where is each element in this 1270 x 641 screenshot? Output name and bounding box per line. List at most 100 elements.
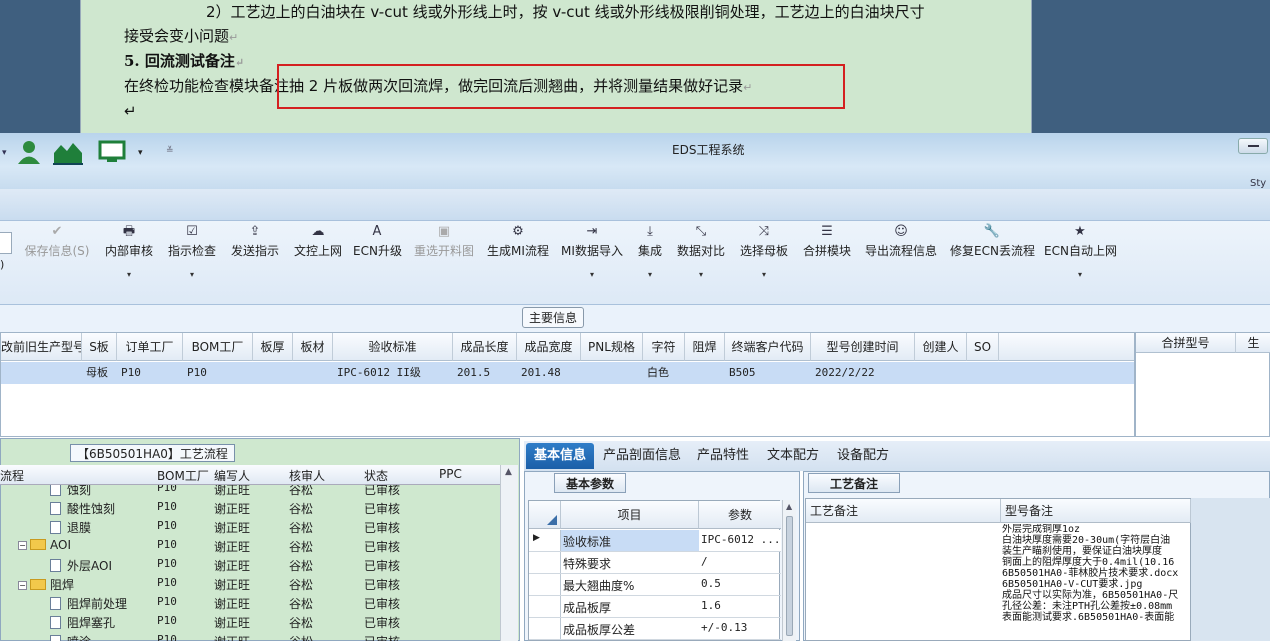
column-header[interactable]: 型号创建时间 xyxy=(811,333,915,361)
left-combo-cut[interactable] xyxy=(0,232,12,254)
tree-row[interactable]: 外层AOI P10 谢正旺 谷松 已审核 xyxy=(0,555,500,574)
column-header[interactable]: 板材 xyxy=(293,333,333,361)
tree-row[interactable]: 喷涂P10谢正旺谷松已审核 xyxy=(0,631,500,641)
cell[interactable] xyxy=(967,362,999,384)
tree-row[interactable]: 蚀刻 P10 谢正旺 谷松 已审核 xyxy=(0,485,500,498)
cell[interactable] xyxy=(1,362,82,384)
cell[interactable]: 2022/2/22 xyxy=(811,362,915,384)
scroll-thumb[interactable] xyxy=(786,516,793,636)
merge-model-panel[interactable]: 合拼型号 生 xyxy=(1135,332,1270,437)
cell[interactable] xyxy=(915,362,967,384)
column-header[interactable]: S板 xyxy=(82,333,117,361)
tree-row[interactable]: 阻焊前处理 P10 谢正旺 谷松 已审核 xyxy=(0,593,500,612)
column-header[interactable]: 创建人 xyxy=(915,333,967,361)
tree-row[interactable]: − 阻焊 P10 谢正旺 谷松 已审核 xyxy=(0,574,500,593)
ecn-auto-online-button[interactable]: ★ ECN自动上网 ▾ xyxy=(1044,222,1117,292)
tab-equipment-recipe[interactable]: 设备配方 xyxy=(837,443,889,469)
column-header[interactable]: 板厚 xyxy=(253,333,293,361)
table-row[interactable]: 成品板厚 1.6 xyxy=(529,596,781,618)
tree-row[interactable]: 酸性蚀刻 P10 谢正旺 谷松 已审核 xyxy=(0,498,500,517)
table-row[interactable]: 成品板厚公差 +/-0.13 xyxy=(529,618,781,640)
ecn-upgrade-button[interactable]: A ECN升级 xyxy=(353,222,402,292)
qat-dropdown-icon[interactable]: ▾ xyxy=(2,148,7,158)
customize-toolbar-icon[interactable]: ≚ xyxy=(166,146,174,156)
cell[interactable] xyxy=(253,362,293,384)
table-row[interactable]: 最大翘曲度% 0.5 xyxy=(529,574,781,596)
column-header[interactable]: 型号备注 xyxy=(1001,499,1191,523)
user-icon[interactable] xyxy=(16,139,42,165)
collapse-icon[interactable]: − xyxy=(18,541,27,550)
main-info-grid[interactable]: 改前旧生产型号 S板 订单工厂 BOM工厂 板厚 板材 验收标准 成品长度 成品… xyxy=(0,332,1135,437)
monitor-icon[interactable] xyxy=(98,139,128,165)
side-header-cut[interactable]: 生 xyxy=(1236,333,1270,353)
cell[interactable]: 201.5 xyxy=(453,362,517,384)
basic-params-grid[interactable]: 项目 参数 ▶ 验收标准 IPC-6012 ... 特殊要求 / 最大翘曲度% 0.5 … xyxy=(528,500,781,641)
minimize-button[interactable] xyxy=(1238,138,1268,154)
repair-ecn-flow-button[interactable]: 🔧 修复ECN丢流程 xyxy=(950,222,1035,292)
column-header[interactable]: BOM工厂 xyxy=(157,467,209,484)
export-flow-info-button[interactable]: ☺ 导出流程信息 xyxy=(863,222,939,292)
cell[interactable]: 201.48 xyxy=(517,362,581,384)
monitor-dropdown-icon[interactable]: ▾ xyxy=(138,148,143,158)
scroll-up-icon[interactable]: ▲ xyxy=(786,502,792,511)
tab-product-profile[interactable]: 产品剖面信息 xyxy=(603,443,681,469)
scroll-up-icon[interactable]: ▲ xyxy=(505,467,512,477)
cell[interactable]: 白色 xyxy=(643,362,685,384)
column-header[interactable]: PPC xyxy=(439,467,462,481)
tree-row[interactable]: 阻焊塞孔 P10 谢正旺 谷松 已审核 xyxy=(0,612,500,631)
cell[interactable]: P10 xyxy=(183,362,253,384)
column-header[interactable]: SO xyxy=(967,333,999,361)
cell[interactable]: 母板 xyxy=(82,362,117,384)
send-instruction-button[interactable]: ⇪ 发送指示 xyxy=(229,222,281,292)
save-info-button[interactable]: ✔ 保存信息(S) xyxy=(22,222,92,292)
integrate-button[interactable]: ⤓ 集成 ▾ xyxy=(636,222,664,292)
column-header[interactable]: 成品宽度 xyxy=(517,333,581,361)
internal-review-button[interactable]: 🖶 内部审核 ▾ xyxy=(103,222,155,292)
tree-row[interactable]: − AOI P10 谢正旺 谷松 已审核 xyxy=(0,536,500,555)
column-header[interactable]: 状态 xyxy=(364,467,388,484)
column-header[interactable]: 项目 xyxy=(561,501,699,529)
process-notes-grid[interactable]: 工艺备注 型号备注 外层完成铜厚1oz 白油块厚度需要20-30um(字符层白油… xyxy=(805,498,1191,641)
area-chart-icon[interactable] xyxy=(52,139,84,165)
merge-model-header[interactable]: 合拼型号 xyxy=(1136,333,1236,353)
cell[interactable]: IPC-6012 II级 xyxy=(333,362,453,384)
tab-basic-info[interactable]: 基本信息 xyxy=(526,443,594,469)
column-header[interactable]: 参数 xyxy=(699,501,781,529)
column-header[interactable]: 改前旧生产型号 xyxy=(1,333,82,361)
doc-control-online-button[interactable]: ☁ 文控上网 xyxy=(292,222,344,292)
cell[interactable] xyxy=(685,362,725,384)
column-header[interactable]: PNL规格 xyxy=(581,333,643,361)
tab-product-features[interactable]: 产品特性 xyxy=(697,443,749,469)
cell[interactable]: B505 xyxy=(725,362,811,384)
collapse-icon[interactable]: − xyxy=(18,581,27,590)
column-header[interactable]: 阻焊 xyxy=(685,333,725,361)
cell-empty[interactable] xyxy=(999,362,1134,384)
data-compare-button[interactable]: ⤡ 数据对比 ▾ xyxy=(675,222,727,292)
process-scrollbar[interactable]: ▲ xyxy=(500,465,518,641)
select-mother-board-button[interactable]: ⤨ 选择母板 ▾ xyxy=(738,222,790,292)
table-row[interactable]: 特殊要求 / xyxy=(529,552,781,574)
reselect-cutting-chart-button[interactable]: ▣ 重选开料图 xyxy=(412,222,476,292)
column-header[interactable]: 终端客户代码 xyxy=(725,333,811,361)
column-header[interactable]: 核审人 xyxy=(289,467,325,484)
params-scrollbar[interactable]: ▲ xyxy=(782,500,796,641)
column-header[interactable]: 编写人 xyxy=(214,467,250,484)
tree-row[interactable]: 退膜 P10 谢正旺 谷松 已审核 xyxy=(0,517,500,536)
column-header[interactable]: 字符 xyxy=(643,333,685,361)
model-notes-text[interactable]: 外层完成铜厚1oz 白油块厚度需要20-30um(字符层白油 装生产瞄刹使用，要… xyxy=(1002,524,1192,623)
merge-module-button[interactable]: ☰ 合拼模块 xyxy=(801,222,853,292)
table-row[interactable]: ▶ 验收标准 IPC-6012 ... xyxy=(529,530,781,552)
mi-data-import-button[interactable]: ⇥ MI数据导入 ▾ xyxy=(560,222,624,292)
cell[interactable]: P10 xyxy=(117,362,183,384)
tab-text-recipe[interactable]: 文本配方 xyxy=(767,443,819,469)
column-header[interactable]: 流程 xyxy=(0,467,24,484)
generate-mi-flow-button[interactable]: ⚙ 生成MI流程 xyxy=(486,222,550,292)
column-header[interactable]: 验收标准 xyxy=(333,333,453,361)
column-header[interactable]: 成品长度 xyxy=(453,333,517,361)
instruction-check-button[interactable]: ☑ 指示检查 ▾ xyxy=(166,222,218,292)
column-header[interactable]: 工艺备注 xyxy=(806,499,1001,523)
cell[interactable] xyxy=(581,362,643,384)
column-header[interactable]: 订单工厂 xyxy=(117,333,183,361)
cell[interactable] xyxy=(293,362,333,384)
column-header[interactable]: BOM工厂 xyxy=(183,333,253,361)
